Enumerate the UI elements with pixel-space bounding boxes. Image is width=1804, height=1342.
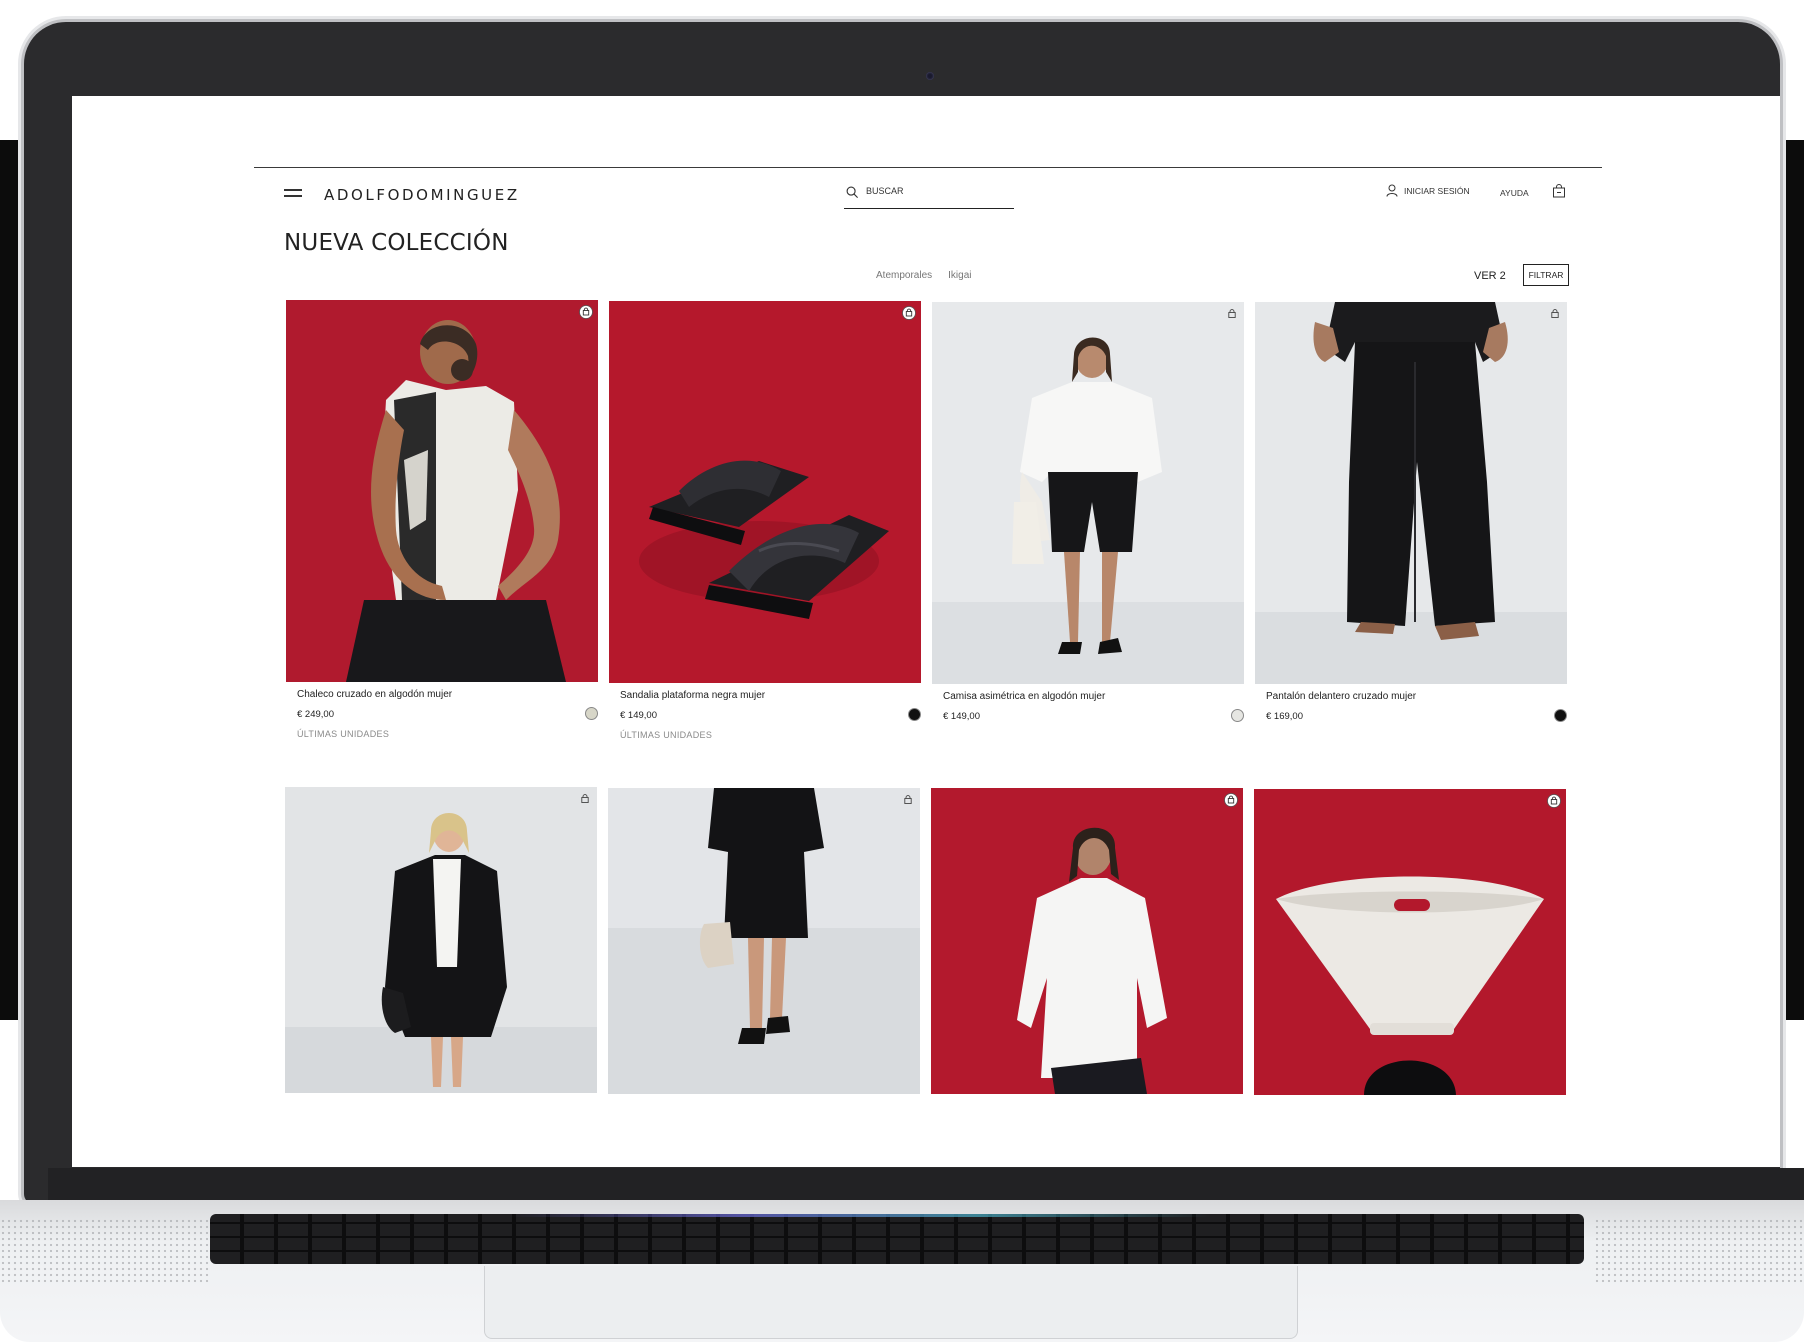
product-photo[interactable] bbox=[609, 301, 921, 683]
product-card[interactable] bbox=[608, 788, 920, 1094]
search-input[interactable] bbox=[866, 186, 1006, 196]
product-photo[interactable] bbox=[1254, 789, 1566, 1095]
view-toggle[interactable]: VER 2 bbox=[1474, 270, 1506, 282]
login-link[interactable]: INICIAR SESIÓN bbox=[1386, 184, 1470, 197]
product-photo[interactable] bbox=[1255, 302, 1567, 684]
product-card[interactable]: Chaleco cruzado en algodón mujer € 249,0… bbox=[286, 300, 598, 739]
user-icon bbox=[1386, 184, 1398, 197]
laptop-base bbox=[0, 1200, 1804, 1342]
product-price: € 149,00 bbox=[620, 710, 657, 721]
color-swatch[interactable] bbox=[585, 707, 598, 720]
filter-button[interactable]: FILTRAR bbox=[1523, 264, 1569, 286]
tab-ikigai[interactable]: Ikigai bbox=[948, 270, 971, 281]
search-bar[interactable] bbox=[844, 182, 1014, 209]
color-swatch[interactable] bbox=[1554, 709, 1567, 722]
model-trousers-image bbox=[1255, 302, 1567, 684]
add-to-bag-icon[interactable] bbox=[901, 793, 915, 807]
product-card[interactable]: Pantalón delantero cruzado mujer € 169,0… bbox=[1255, 302, 1567, 731]
product-photo[interactable] bbox=[608, 788, 920, 1094]
add-to-bag-icon[interactable] bbox=[902, 306, 916, 320]
header-top-border bbox=[254, 167, 1602, 168]
product-name[interactable]: Camisa asimétrica en algodón mujer bbox=[932, 691, 1244, 702]
sandals-image bbox=[609, 301, 921, 683]
product-photo[interactable] bbox=[286, 300, 598, 682]
brand-logo[interactable]: ADOLFODOMINGUEZ bbox=[324, 186, 520, 204]
product-name[interactable]: Chaleco cruzado en algodón mujer bbox=[286, 689, 598, 700]
search-icon bbox=[846, 186, 859, 199]
collection-tabs: Atemporales Ikigai bbox=[876, 270, 972, 281]
product-price: € 249,00 bbox=[297, 709, 334, 720]
color-swatch[interactable] bbox=[908, 708, 921, 721]
add-to-bag-icon[interactable] bbox=[1548, 307, 1562, 321]
stock-label: ÚLTIMAS UNIDADES bbox=[620, 730, 713, 740]
product-price: € 169,00 bbox=[1266, 711, 1303, 722]
product-card[interactable]: Sandalia plataforma negra mujer € 149,00… bbox=[609, 301, 921, 740]
color-swatch[interactable] bbox=[1231, 709, 1244, 722]
product-name[interactable]: Pantalón delantero cruzado mujer bbox=[1255, 691, 1567, 702]
speaker-grille-left bbox=[0, 1218, 210, 1284]
product-name[interactable]: Sandalia plataforma negra mujer bbox=[609, 690, 921, 701]
bucket-bag-image bbox=[1254, 789, 1566, 1095]
product-photo[interactable] bbox=[285, 787, 597, 1093]
laptop-lid: ADOLFODOMINGUEZ INICIAR SESIÓN AYUDA bbox=[24, 22, 1804, 1226]
model-dress-image bbox=[608, 788, 920, 1094]
product-price: € 149,00 bbox=[943, 711, 980, 722]
model-white-top-image bbox=[931, 788, 1243, 1094]
help-link[interactable]: AYUDA bbox=[1500, 188, 1529, 198]
model-coat-image bbox=[285, 787, 597, 1093]
trackpad bbox=[484, 1266, 1298, 1339]
keyboard bbox=[210, 1214, 1584, 1264]
tab-atemporales[interactable]: Atemporales bbox=[876, 270, 932, 281]
laptop-screen: ADOLFODOMINGUEZ INICIAR SESIÓN AYUDA bbox=[72, 96, 1780, 1167]
site-header: ADOLFODOMINGUEZ INICIAR SESIÓN AYUDA bbox=[254, 176, 1602, 220]
product-photo[interactable] bbox=[932, 302, 1244, 684]
add-to-bag-icon[interactable] bbox=[578, 792, 592, 806]
add-to-bag-icon[interactable] bbox=[579, 305, 593, 319]
hamburger-menu-icon[interactable] bbox=[284, 186, 302, 200]
product-photo[interactable] bbox=[931, 788, 1243, 1094]
product-card[interactable]: Camisa asimétrica en algodón mujer € 149… bbox=[932, 302, 1244, 731]
model-vest-image bbox=[286, 300, 598, 682]
add-to-bag-icon[interactable] bbox=[1224, 793, 1238, 807]
model-shirt-image bbox=[932, 302, 1244, 684]
stock-label: ÚLTIMAS UNIDADES bbox=[297, 729, 390, 739]
product-card[interactable] bbox=[1254, 789, 1566, 1095]
keyboard-light-strip bbox=[510, 1214, 1210, 1217]
product-card[interactable] bbox=[285, 787, 597, 1093]
add-to-bag-icon[interactable] bbox=[1547, 794, 1561, 808]
login-label: INICIAR SESIÓN bbox=[1404, 185, 1470, 196]
add-to-bag-icon[interactable] bbox=[1225, 307, 1239, 321]
webcam bbox=[926, 72, 934, 80]
shopping-bag-icon[interactable] bbox=[1552, 184, 1566, 198]
product-card[interactable] bbox=[931, 788, 1243, 1094]
speaker-grille-right bbox=[1594, 1218, 1804, 1284]
page-title: NUEVA COLECCIÓN bbox=[284, 230, 509, 256]
